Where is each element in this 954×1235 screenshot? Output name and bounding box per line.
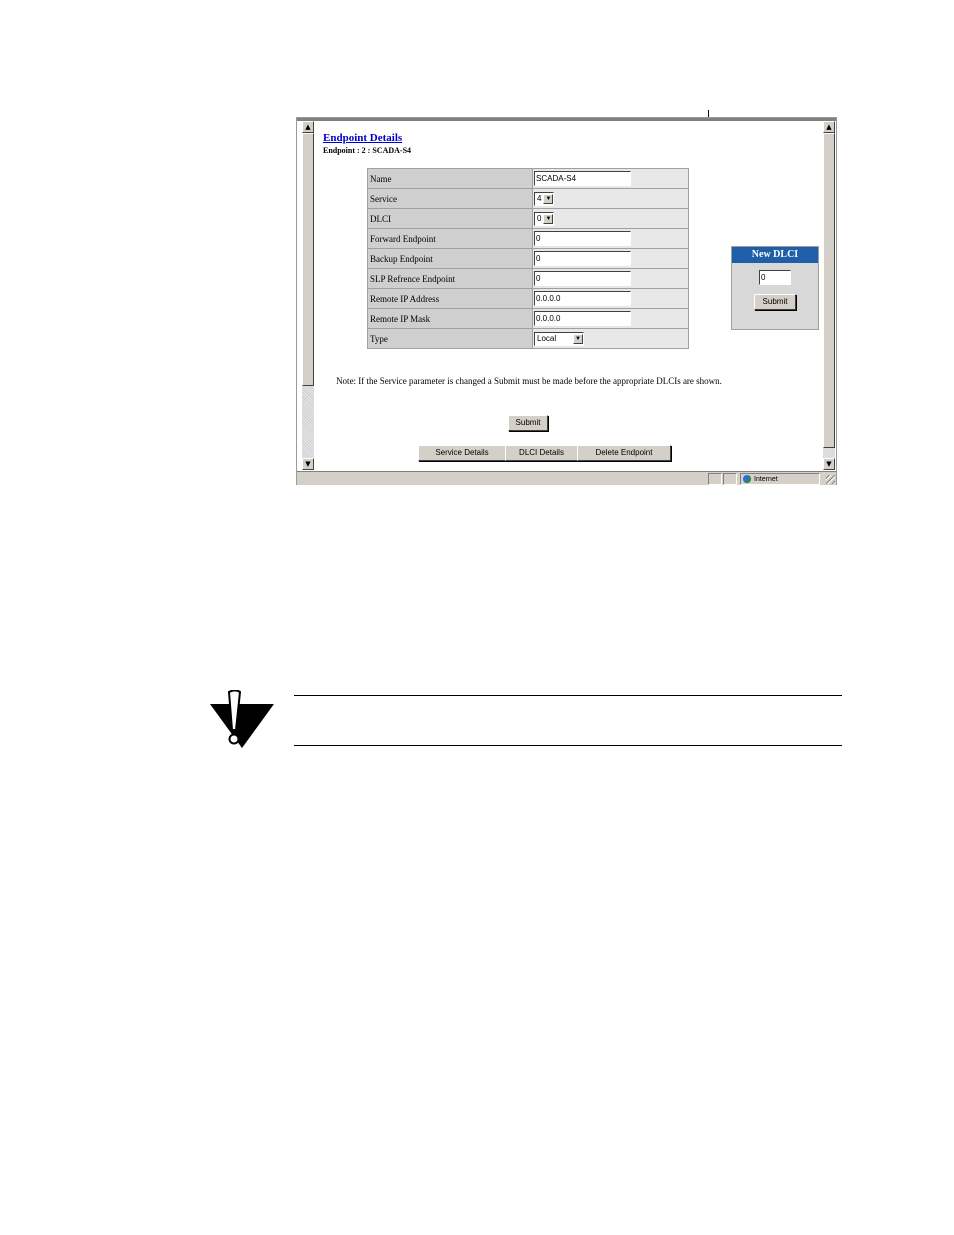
- service-details-button[interactable]: Service Details: [418, 445, 506, 461]
- form-row-name: Name SCADA-S4: [367, 168, 689, 189]
- dlci-select[interactable]: 0 ▼: [534, 211, 555, 226]
- dropdown-arrow-icon[interactable]: ▼: [543, 213, 554, 224]
- zone-label: Internet: [754, 475, 778, 483]
- field-label: Remote IP Address: [367, 288, 533, 309]
- field-label: DLCI: [367, 208, 533, 229]
- form-row-remote-ip-mask: Remote IP Mask 0.0.0.0: [367, 308, 689, 329]
- dropdown-arrow-icon[interactable]: ▼: [573, 333, 583, 344]
- select-value: 4: [537, 194, 542, 203]
- form-row-slp-reference-endpoint: SLP Refrence Endpoint 0: [367, 268, 689, 289]
- security-zone: Internet: [740, 473, 820, 485]
- name-input[interactable]: SCADA-S4: [534, 171, 631, 186]
- browser-window: ▲ ▼ Endpoint Details Endpoint : 2 : SCAD…: [296, 117, 837, 485]
- new-dlci-submit-button[interactable]: Submit: [754, 294, 796, 310]
- resize-grip-icon[interactable]: [826, 475, 835, 484]
- scroll-down-arrow-icon[interactable]: ▼: [823, 458, 835, 470]
- service-select[interactable]: 4 ▼: [534, 191, 555, 206]
- globe-icon: [743, 475, 751, 483]
- field-label: Type: [367, 328, 533, 349]
- form-row-remote-ip-address: Remote IP Address 0.0.0.0: [367, 288, 689, 309]
- scroll-up-arrow-icon[interactable]: ▲: [823, 121, 835, 133]
- backup-endpoint-input[interactable]: 0: [534, 251, 631, 266]
- new-dlci-input[interactable]: 0: [759, 270, 791, 285]
- field-label: Name: [367, 168, 533, 189]
- caution-rule-bottom: [294, 745, 842, 746]
- select-value: Local: [537, 334, 557, 343]
- forward-endpoint-input[interactable]: 0: [534, 231, 631, 246]
- type-select[interactable]: Local ▼: [534, 331, 584, 346]
- new-dlci-title: New DLCI: [732, 247, 818, 263]
- status-cell: [723, 473, 737, 485]
- remote-ip-mask-input[interactable]: 0.0.0.0: [534, 311, 631, 326]
- field-label: Remote IP Mask: [367, 308, 533, 329]
- select-value: 0: [537, 214, 542, 223]
- dropdown-arrow-icon[interactable]: ▼: [543, 193, 554, 204]
- field-label: Forward Endpoint: [367, 228, 533, 249]
- form-row-forward-endpoint: Forward Endpoint 0: [367, 228, 689, 249]
- new-dlci-panel: New DLCI 0 Submit: [731, 246, 819, 330]
- delete-endpoint-button[interactable]: Delete Endpoint: [577, 445, 671, 461]
- scroll-down-arrow-icon[interactable]: ▼: [302, 458, 314, 470]
- slp-reference-endpoint-input[interactable]: 0: [534, 271, 631, 286]
- scroll-thumb[interactable]: [302, 133, 314, 386]
- service-change-note: Note: If the Service parameter is change…: [336, 376, 722, 386]
- scroll-thumb[interactable]: [823, 133, 835, 448]
- remote-ip-address-input[interactable]: 0.0.0.0: [534, 291, 631, 306]
- left-frame-scrollbar[interactable]: ▲ ▼: [302, 121, 314, 470]
- page-title[interactable]: Endpoint Details: [323, 132, 402, 144]
- form-row-service: Service 4 ▼: [367, 188, 689, 209]
- field-label: SLP Refrence Endpoint: [367, 268, 533, 289]
- field-label: Backup Endpoint: [367, 248, 533, 269]
- form-row-type: Type Local ▼: [367, 328, 689, 349]
- status-bar: Internet: [297, 471, 836, 485]
- page-subtitle: Endpoint : 2 : SCADA-S4: [323, 146, 412, 155]
- form-row-dlci: DLCI 0 ▼: [367, 208, 689, 229]
- submit-button[interactable]: Submit: [508, 415, 548, 431]
- caution-icon: [210, 690, 274, 748]
- caution-rule-top: [294, 695, 842, 696]
- form-row-backup-endpoint: Backup Endpoint 0: [367, 248, 689, 269]
- page-content: Endpoint Details Endpoint : 2 : SCADA-S4…: [319, 121, 819, 470]
- field-label: Service: [367, 188, 533, 209]
- right-frame-scrollbar[interactable]: ▲ ▼: [823, 121, 835, 470]
- status-cell: [708, 473, 722, 485]
- scroll-up-arrow-icon[interactable]: ▲: [302, 121, 314, 133]
- dlci-details-button[interactable]: DLCI Details: [505, 445, 578, 461]
- endpoint-form-table: Name SCADA-S4 Service 4 ▼ DLCI 0 ▼ Forward…: [367, 168, 689, 349]
